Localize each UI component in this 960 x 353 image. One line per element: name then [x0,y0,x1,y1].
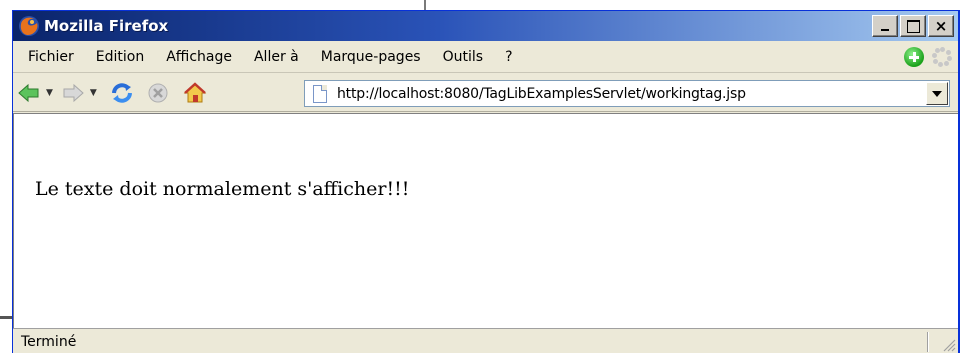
page-content[interactable]: Le texte doit normalement s'afficher!!! [13,113,958,328]
chevron-down-icon[interactable]: ▼ [46,88,53,98]
home-button[interactable] [183,80,207,106]
menu-fichier[interactable]: Fichier [17,49,85,65]
title-bar[interactable]: Mozilla Firefox × [13,11,958,41]
forward-button[interactable]: ▼ [61,80,105,106]
resize-grip-icon[interactable] [942,338,956,352]
menu-help[interactable]: ? [494,49,523,65]
status-divider [927,332,928,352]
background-fragment [424,0,430,10]
menu-bar: Fichier Edition Affichage Aller à Marque… [13,41,958,73]
browser-window: Mozilla Firefox × Fichier Edition Affich… [12,10,960,353]
address-bar[interactable]: http://localhost:8080/TagLibExamplesServ… [304,80,950,107]
status-bar: Terminé [13,328,958,353]
home-icon [183,81,207,102]
reload-icon [111,82,132,103]
back-button[interactable]: ▼ [17,80,61,106]
url-history-dropdown[interactable] [926,82,948,105]
status-text: Terminé [21,333,77,350]
menu-outils[interactable]: Outils [432,49,494,65]
stop-button[interactable] [147,80,169,106]
close-button[interactable]: × [928,15,954,37]
stop-icon [148,83,168,102]
green-plus-icon[interactable] [904,47,924,67]
window-title: Mozilla Firefox [44,17,169,35]
close-icon: × [934,17,948,35]
reload-button[interactable] [109,80,135,106]
chevron-down-icon[interactable]: ▼ [90,88,97,98]
menu-aller-a[interactable]: Aller à [243,49,310,65]
minimize-button[interactable] [872,15,898,37]
menu-marque-pages[interactable]: Marque-pages [310,49,432,65]
window-controls: × [870,15,954,37]
url-field[interactable]: http://localhost:8080/TagLibExamplesServ… [337,86,746,102]
menubar-icons [904,47,952,67]
back-arrow-icon [18,83,39,102]
forward-arrow-icon [63,83,84,102]
navigation-toolbar: ▼ ▼ http://localhost:8080/TagLibExamples… [13,74,958,112]
page-text: Le texte doit normalement s'afficher!!! [35,178,410,200]
throbber-icon [932,47,952,67]
menu-affichage[interactable]: Affichage [155,49,243,65]
menu-edition[interactable]: Edition [85,49,155,65]
maximize-button[interactable] [900,15,926,37]
firefox-logo-icon[interactable] [18,15,40,37]
page-icon [313,84,327,103]
